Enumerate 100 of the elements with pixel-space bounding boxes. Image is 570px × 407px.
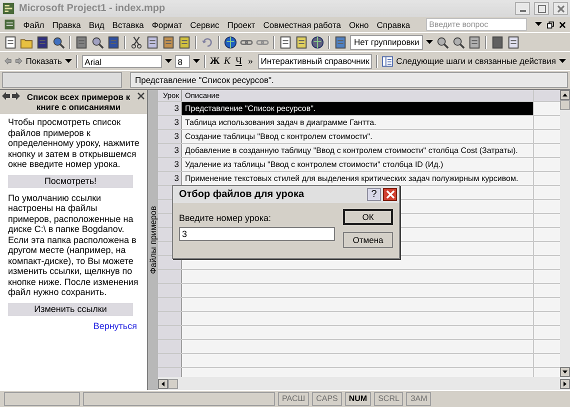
menu-item[interactable]: Справка [376, 20, 410, 30]
row-header-cell[interactable] [158, 312, 182, 325]
close-button[interactable] [383, 188, 397, 201]
dropdown-arrow-icon[interactable] [64, 58, 72, 64]
maximize-icon [538, 4, 546, 12]
scroll-up-icon[interactable] [560, 90, 570, 100]
scroll-left-icon[interactable] [158, 378, 168, 388]
side-tab[interactable]: Файлы примеров [148, 90, 158, 390]
minimize-button[interactable] [515, 2, 530, 15]
pane-title: Список всех примеров к книге с описаниями [26, 92, 132, 112]
menu-item[interactable]: Сервис [190, 20, 220, 30]
view-button[interactable]: Посмотреть! [8, 174, 133, 188]
font-dropdown[interactable]: Arial [82, 54, 162, 68]
globe-icon[interactable] [224, 36, 237, 48]
underline-button[interactable]: Ч [234, 56, 244, 66]
help-search-field[interactable]: Введите вопрос [426, 18, 528, 31]
menu-item[interactable]: Правка [52, 20, 81, 30]
status-indicator: CAPS [312, 392, 342, 406]
close-icon[interactable] [559, 20, 566, 28]
help-field[interactable]: Интерактивный справочник [258, 54, 372, 68]
row-header-cell[interactable] [158, 284, 182, 297]
table-row[interactable]: 3 Представление "Список ресурсов". [158, 102, 560, 116]
font-size-dropdown[interactable]: 8 [174, 54, 190, 68]
dropdown-arrow-icon[interactable] [193, 58, 200, 64]
dropdown-arrow-icon[interactable] [558, 58, 566, 64]
table-cell: 3 [158, 158, 182, 171]
table-row[interactable]: 3 Удаление из таблицы "Ввод с контролем стоимости" столбца ID (Ид.) [158, 158, 560, 172]
row-header-cell[interactable] [158, 340, 182, 353]
table-cell: 3 [158, 102, 182, 115]
status-indicator: РАСШ [278, 392, 310, 406]
menu-item[interactable]: Вид [88, 20, 104, 30]
back-arrow-icon[interactable] [2, 92, 10, 100]
table-cell: Таблица использования задач в диаграмме Гантта. [182, 116, 534, 129]
row-header-cell[interactable] [158, 354, 182, 367]
maximize-button[interactable] [534, 2, 549, 15]
scroll-right-icon[interactable] [560, 378, 570, 388]
dropdown-arrow-icon[interactable] [426, 40, 434, 44]
vertical-scrollbar[interactable] [560, 90, 570, 377]
bold-button[interactable]: Ж [210, 56, 220, 66]
show-menu-button[interactable]: Показать [26, 56, 62, 66]
prompt-label: Введите номер урока: [179, 213, 272, 223]
status-indicator: SCRL [374, 392, 404, 406]
forward-arrow-icon[interactable] [12, 92, 20, 100]
italic-button[interactable]: К [222, 56, 232, 66]
change-links-button[interactable]: Изменить ссылки [8, 302, 133, 316]
app-icon [2, 2, 15, 15]
table-cell: 3 [158, 130, 182, 143]
menu-item[interactable]: Формат [152, 20, 182, 30]
ok-button[interactable]: ОК [343, 209, 393, 225]
close-icon [386, 190, 394, 199]
zoom-out-icon[interactable] [452, 36, 466, 48]
window-title: Microsoft Project1 - index.mpp [19, 3, 166, 14]
dropdown-arrow-icon[interactable] [164, 58, 172, 64]
scissors-icon[interactable] [130, 36, 143, 48]
row-header-cell[interactable] [158, 270, 182, 283]
new-file-icon[interactable] [4, 36, 17, 48]
menu-item[interactable]: Файл [23, 20, 44, 30]
back-link[interactable]: Вернуться [93, 320, 137, 330]
table-row[interactable]: 3 Добавление в созданную таблицу "Ввод с контролем стоимости" столбца Cost (Затраты). [158, 144, 560, 158]
horizontal-scrollbar[interactable] [158, 377, 570, 390]
minimize-icon [520, 10, 526, 12]
grouping-dropdown[interactable]: Нет группировки [350, 34, 424, 50]
menu-item[interactable]: Совместная работа [263, 20, 341, 30]
zoom-in-icon[interactable] [436, 36, 450, 48]
table-row[interactable]: 3 Создание таблицы "Ввод с контролем стоимости". [158, 130, 560, 144]
close-icon [556, 4, 564, 12]
table-cell: 3 [158, 172, 182, 185]
dropdown-arrow-icon[interactable] [535, 22, 542, 27]
document-icon[interactable] [4, 18, 16, 31]
menu-item[interactable]: Проект [227, 20, 256, 30]
entry-field[interactable]: Представление "Список ресурсов". [130, 72, 568, 88]
cancel-button[interactable]: Отмена [343, 232, 393, 248]
search-file-icon[interactable] [52, 36, 65, 48]
scroll-thumb[interactable] [560, 100, 570, 110]
scroll-thumb[interactable] [168, 378, 178, 388]
dialog-title: Отбор файлов для урока [179, 189, 304, 200]
forward-arrow-icon[interactable] [14, 56, 23, 66]
table-cell: Удаление из таблицы "Ввод с контролем стоимости" столбца ID (Ид.) [182, 158, 534, 171]
more-buttons[interactable]: » [246, 56, 255, 66]
list-icon[interactable] [279, 36, 292, 48]
row-header-cell[interactable] [158, 326, 182, 339]
lesson-number-field[interactable]: 3 [179, 227, 335, 241]
table-row[interactable]: 3 Таблица использования задач в диаграмме Гантта. [158, 116, 560, 130]
row-header-cell[interactable] [158, 298, 182, 311]
scroll-down-icon[interactable] [560, 367, 570, 377]
table-cell: Представление "Список ресурсов". [182, 102, 534, 115]
close-icon[interactable] [137, 92, 145, 100]
status-indicator: NUM [344, 392, 372, 406]
table-cell: Добавление в созданную таблицу "Ввод с контролем стоимости" столбца Cost (Затраты). [182, 144, 534, 157]
restore-icon[interactable] [547, 20, 554, 28]
pane-icon[interactable] [382, 54, 394, 68]
info-text: По умолчанию ссылки настроены на файлы примеров, расположенные на диске C:\ в папке Bogdanov. Если эта папка расположена в другом месте (например, на компакт-диске), то Вы можете изменить ссылки, щелкнув по кнопке ниже. После изменения файл нужно сохранить. [8, 192, 140, 298]
menu-item[interactable]: Окно [348, 20, 369, 30]
instruction-text: Чтобы просмотреть список файлов примеров к определенному уроку, нажмите кнопку и затем в открывшемся окне введите номер урока. [8, 117, 140, 170]
next-steps-dropdown[interactable]: Следующие шаги и связанные действия [396, 56, 556, 66]
table-cell: 3 [158, 144, 182, 157]
table-cell: 3 [158, 116, 182, 129]
table-cell: Создание таблицы "Ввод с контролем стоимости". [182, 130, 534, 143]
menu-item[interactable]: Вставка [112, 20, 144, 30]
help-button[interactable]: ? [367, 188, 381, 201]
